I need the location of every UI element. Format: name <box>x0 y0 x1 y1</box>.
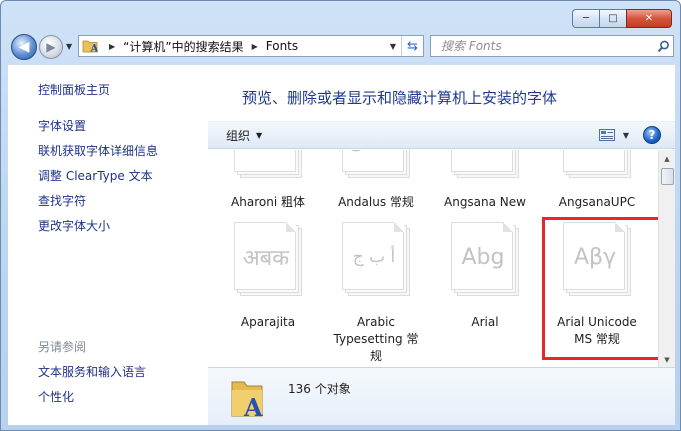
font-name: Arial Unicode MS 常规 <box>557 315 637 346</box>
folder-fonts-icon: A <box>79 36 101 56</box>
view-options-chevron-icon[interactable]: ▼ <box>623 131 629 140</box>
back-button[interactable]: ◀ <box>11 34 37 60</box>
font-preview: أ ب ج <box>342 150 410 178</box>
search-box[interactable] <box>430 35 674 57</box>
svg-text:A: A <box>243 393 263 420</box>
font-sample <box>452 150 514 173</box>
get-font-info-online-link[interactable]: 联机获取字体详细信息 <box>38 142 158 159</box>
scroll-up-icon[interactable]: ▲ <box>659 150 675 167</box>
breadcrumb-search-results[interactable]: “计算机”中的搜索结果 <box>123 38 243 55</box>
control-panel-home-link[interactable]: 控制面板主页 <box>38 81 110 98</box>
font-preview <box>563 150 631 178</box>
address-bar[interactable]: A ▶ “计算机”中的搜索结果 ▶ Fonts ▼ ⇆ <box>78 35 424 57</box>
search-input[interactable] <box>441 39 653 53</box>
forward-button[interactable]: ▶ <box>39 35 63 59</box>
vertical-scrollbar[interactable]: ▲ ▼ <box>658 150 675 368</box>
font-sample: أ ب ج <box>352 247 396 267</box>
breadcrumb-fonts[interactable]: Fonts <box>266 39 298 53</box>
font-preview: אבג <box>234 150 302 178</box>
content-pane: 预览、删除或者显示和隐藏计算机上安装的字体 组织 ▼ ▼ ? Aharoni 粗… <box>208 65 675 425</box>
font-name: Andalus 常规 <box>338 195 414 209</box>
task-pane: 控制面板主页 字体设置 联机获取字体详细信息 调整 ClearType 文本 查… <box>8 65 208 425</box>
font-sample: अबक <box>242 246 290 271</box>
close-button[interactable]: ✕ <box>626 9 672 28</box>
font-name: Arabic Typesetting 常规 <box>333 315 419 363</box>
adjust-cleartype-link[interactable]: 调整 ClearType 文本 <box>38 167 153 184</box>
font-name: Aparajita <box>240 315 296 329</box>
font-name: Arial <box>471 315 499 329</box>
recent-pages-dropdown[interactable]: ▼ <box>66 42 72 51</box>
caption-buttons: ─ □ ✕ <box>572 9 672 28</box>
search-icon[interactable] <box>653 40 673 53</box>
address-dropdown-icon[interactable]: ▼ <box>385 42 401 51</box>
font-name: AngsanaUPC <box>558 195 636 209</box>
help-icon[interactable]: ? <box>643 126 661 144</box>
font-name: Angsana New <box>444 195 526 209</box>
font-preview <box>451 150 519 178</box>
change-view-button[interactable]: ▼ <box>598 129 629 141</box>
font-sample <box>564 150 626 173</box>
breadcrumb: “计算机”中的搜索结果 ▶ Fonts <box>123 38 385 55</box>
explorer-window: ─ □ ✕ ◀ ▶ ▼ A ▶ “计算机”中的搜索结果 ▶ Fonts ▼ ⇆ <box>0 0 681 431</box>
change-font-size-link[interactable]: 更改字体大小 <box>38 217 110 234</box>
page-title: 预览、删除或者显示和隐藏计算机上安装的字体 <box>242 89 558 107</box>
font-preview: Αβγ <box>563 222 631 296</box>
font-sample: أ ب ج <box>343 150 405 173</box>
breadcrumb-separator-icon[interactable]: ▶ <box>109 42 115 51</box>
breadcrumb-separator-icon[interactable]: ▶ <box>252 42 258 51</box>
text-services-link[interactable]: 文本服务和输入语言 <box>38 363 146 380</box>
views-icon <box>598 129 615 141</box>
personalization-link[interactable]: 个性化 <box>38 388 74 405</box>
details-pane: A 136 个对象 <box>208 367 675 425</box>
font-preview: أ ب ج <box>342 222 410 296</box>
scrollbar-thumb[interactable] <box>661 168 674 185</box>
font-preview: Abg <box>451 222 519 296</box>
organize-button[interactable]: 组织 ▼ <box>226 127 262 144</box>
scroll-down-icon[interactable]: ▼ <box>659 351 675 368</box>
font-preview: अबक <box>234 222 302 296</box>
font-sample: Abg <box>461 244 505 270</box>
font-folder-icon: A <box>230 376 264 422</box>
item-count: 136 个对象 <box>288 382 351 396</box>
font-sample: Αβγ <box>573 244 617 270</box>
see-also-heading: 另请参阅 <box>38 340 87 354</box>
maximize-button[interactable]: □ <box>599 9 626 28</box>
toolbar-right: ▼ ? <box>598 126 661 144</box>
svg-text:A: A <box>90 44 99 55</box>
refresh-icon[interactable]: ⇆ <box>401 36 423 56</box>
font-name: Aharoni 粗体 <box>231 195 305 209</box>
font-sample: אבג <box>235 150 297 173</box>
command-bar: 组织 ▼ ▼ ? <box>208 121 675 149</box>
organize-label: 组织 <box>226 128 251 143</box>
minimize-button[interactable]: ─ <box>572 9 599 28</box>
chevron-down-icon: ▼ <box>256 130 263 140</box>
find-character-link[interactable]: 查找字符 <box>38 192 86 209</box>
font-grid: אבג Aharoni 粗体 أ ب ج Andalus 常规 Angsana … <box>208 150 657 364</box>
font-settings-link[interactable]: 字体设置 <box>38 117 86 134</box>
